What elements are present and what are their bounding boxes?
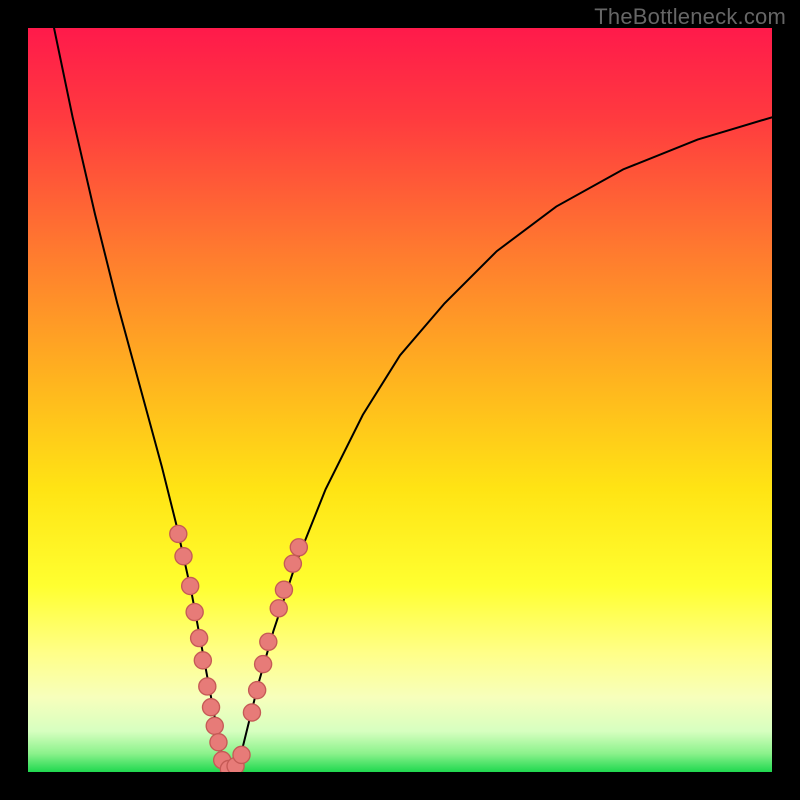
highlight-dot [175, 548, 192, 565]
highlight-dot [255, 656, 272, 673]
highlight-dot [182, 577, 199, 594]
highlight-dot [186, 603, 203, 620]
highlight-dot [275, 581, 292, 598]
highlight-dot [199, 678, 216, 695]
highlight-dot [243, 704, 260, 721]
highlight-dots [28, 28, 772, 772]
plot-frame [28, 28, 772, 772]
plot-area [28, 28, 772, 772]
highlight-dot [284, 555, 301, 572]
highlight-dot [249, 682, 266, 699]
chart-stage: TheBottleneck.com [0, 0, 800, 800]
highlight-dot [202, 699, 219, 716]
highlight-dot [170, 525, 187, 542]
highlight-dot [191, 630, 208, 647]
watermark-text: TheBottleneck.com [594, 4, 786, 30]
highlight-dot [260, 633, 277, 650]
highlight-dot [210, 734, 227, 751]
highlight-dot [194, 652, 211, 669]
highlight-dot [206, 717, 223, 734]
highlight-dot [270, 600, 287, 617]
highlight-dot [233, 746, 250, 763]
highlight-dot [290, 539, 307, 556]
